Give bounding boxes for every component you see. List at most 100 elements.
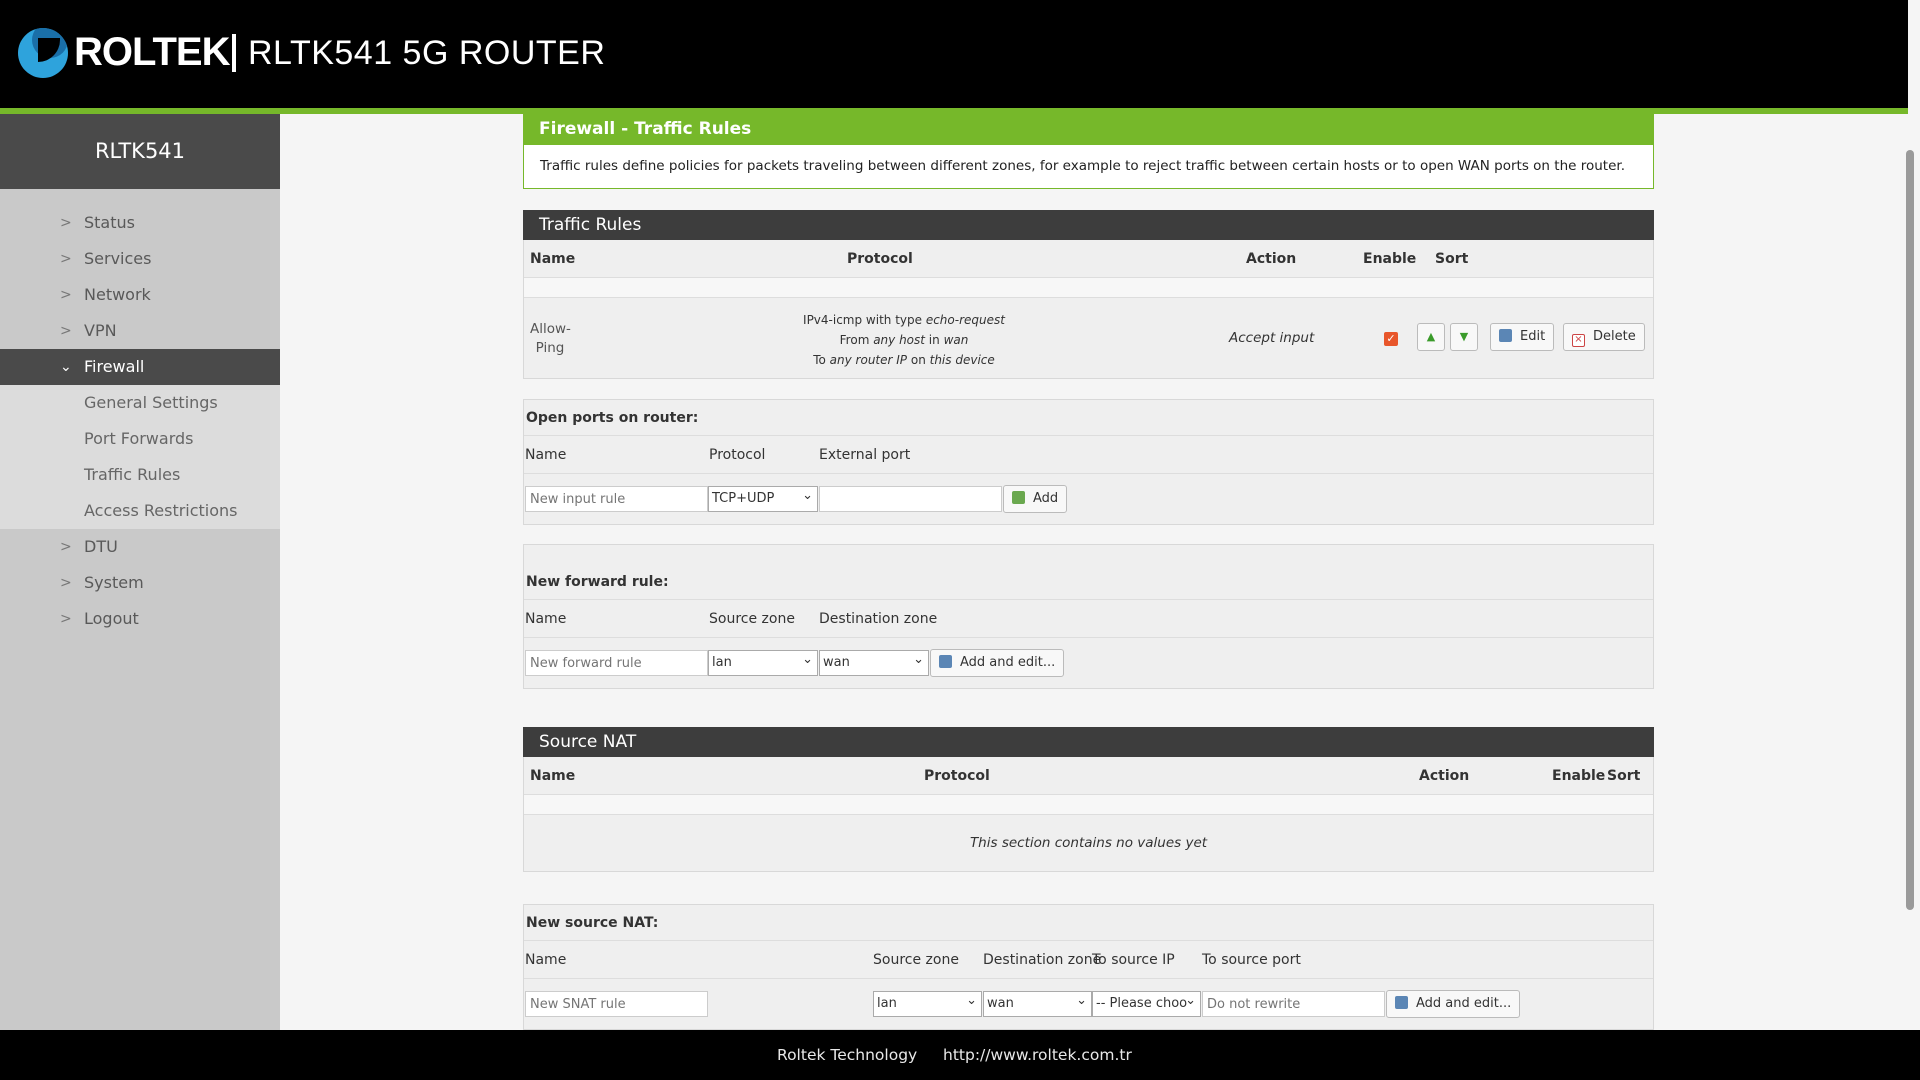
table-spacer [524, 278, 1653, 298]
rule-action: Accept input [1229, 330, 1315, 346]
col-to-source-port: To source port [1202, 952, 1301, 968]
open-ports-row: TCP+UDP Add [524, 474, 1653, 524]
snat-source-zone-select[interactable]: lan [873, 989, 982, 1017]
roltek-logo-icon [18, 28, 68, 78]
table-header: Name Protocol Action Enable Sort [524, 240, 1653, 278]
sidebar-subitem-access-restrictions[interactable]: Access Restrictions [0, 493, 280, 529]
sidebar-item-dtu[interactable]: > DTU [0, 529, 280, 565]
snat-destination-zone-select[interactable]: wan [983, 989, 1092, 1017]
col-protocol: Protocol [924, 768, 990, 784]
footer: Roltek Technology http://www.roltek.com.… [0, 1030, 1920, 1080]
add-button[interactable]: Add [1003, 485, 1068, 513]
sidebar-item-firewall[interactable]: ⌄ Firewall [0, 349, 280, 385]
protocol-select[interactable]: TCP+UDP [708, 484, 818, 512]
table-spacer [524, 795, 1653, 815]
sidebar: RLTK541 > Status > Services > Network > VPN … [0, 114, 280, 1030]
sidebar-item-label: Access Restrictions [84, 501, 238, 520]
page-description: Traffic rules define policies for packet… [523, 145, 1654, 189]
new-snat-title: New source NAT: [524, 905, 1653, 941]
rule-protocol: IPv4-icmp with type echo-request From an… [803, 313, 1005, 367]
sidebar-item-label: DTU [84, 537, 118, 556]
sidebar-item-label: General Settings [84, 393, 218, 412]
sidebar-item-vpn[interactable]: > VPN [0, 313, 280, 349]
chevron-right-icon: > [60, 611, 72, 627]
sidebar-subitem-port-forwards[interactable]: Port Forwards [0, 421, 280, 457]
chevron-right-icon: > [60, 575, 72, 591]
sidebar-item-logout[interactable]: > Logout [0, 601, 280, 637]
col-name: Name [530, 768, 576, 784]
sidebar-item-system[interactable]: > System [0, 565, 280, 601]
to-source-port-field[interactable] [1202, 991, 1385, 1017]
sidebar-subitem-general-settings[interactable]: General Settings [0, 385, 280, 421]
arrow-up-icon: ▲ [1426, 330, 1436, 343]
sidebar-item-services[interactable]: > Services [0, 241, 280, 277]
new-snat-headers: Name Source zone Destination zone To sou… [524, 941, 1653, 979]
traffic-rules-table: Name Protocol Action Enable Sort Allow- P… [523, 240, 1654, 379]
input-rule-name-field[interactable] [525, 486, 708, 512]
chevron-right-icon: > [60, 323, 72, 339]
add-and-edit-button[interactable]: Add and edit... [930, 649, 1065, 677]
footer-url-link[interactable]: http://www.roltek.com.tr [943, 1030, 1132, 1080]
sidebar-item-label: Logout [84, 609, 139, 628]
new-snat-form: New source NAT: Name Source zone Destina… [523, 904, 1654, 1030]
new-snat-row: lan wan -- Please choo Add and edit... [524, 979, 1653, 1029]
col-to-source-ip: To source IP [1092, 952, 1175, 968]
destination-zone-select[interactable]: wan [819, 648, 929, 676]
table-row: Allow- Ping IPv4-icmp with type echo-requ… [524, 298, 1653, 378]
open-ports-form: Open ports on router: Name Protocol Exte… [523, 399, 1654, 525]
forward-rule-form: New forward rule: Name Source zone Desti… [523, 544, 1654, 689]
col-sort: Sort [1435, 251, 1469, 267]
page-title: Firewall - Traffic Rules [523, 113, 1654, 145]
footer-company: Roltek Technology [777, 1046, 918, 1064]
sidebar-item-label: VPN [84, 321, 117, 340]
sidebar-item-label: Firewall [84, 357, 145, 376]
edit-icon [1499, 329, 1512, 342]
snat-name-field[interactable] [525, 991, 708, 1017]
brand-name: ROLTEK [74, 30, 230, 74]
chevron-right-icon: > [60, 215, 72, 231]
source-zone-select[interactable]: lan [708, 648, 818, 676]
delete-button[interactable]: × Delete [1563, 323, 1645, 351]
add-edit-icon [1395, 996, 1408, 1009]
top-header: ROLTEK RLTK541 5G ROUTER [0, 0, 1908, 114]
product-title: RLTK541 5G ROUTER [248, 34, 606, 72]
sidebar-item-status[interactable]: > Status [0, 205, 280, 241]
delete-icon: × [1572, 334, 1585, 347]
forward-rule-headers: Name Source zone Destination zone [524, 600, 1653, 638]
open-ports-title: Open ports on router: [524, 400, 1653, 436]
sidebar-item-label: Services [84, 249, 152, 268]
col-source-zone: Source zone [873, 952, 959, 968]
col-action: Action [1419, 768, 1470, 784]
to-source-ip-select[interactable]: -- Please choo [1092, 991, 1201, 1017]
col-name: Name [530, 251, 576, 267]
forward-rule-row: lan wan Add and edit... [524, 638, 1653, 688]
forward-rule-name-field[interactable] [525, 650, 708, 676]
sidebar-item-label: Traffic Rules [84, 465, 181, 484]
col-name: Name [525, 952, 567, 968]
move-up-button[interactable]: ▲ [1417, 323, 1445, 351]
table-header: Name Protocol Action Enable Sort [524, 757, 1653, 795]
sidebar-title: RLTK541 [0, 114, 280, 189]
col-sort: Sort [1607, 768, 1641, 784]
col-protocol: Protocol [709, 447, 766, 463]
sidebar-menu: > Status > Services > Network > VPN ⌄ Firewal… [0, 189, 280, 637]
chevron-right-icon: > [60, 287, 72, 303]
source-nat-heading: Source NAT [523, 727, 1654, 757]
source-nat-table: Name Protocol Action Enable Sort This se… [523, 757, 1654, 872]
col-action: Action [1246, 251, 1297, 267]
external-port-field[interactable] [819, 486, 1002, 512]
rule-name: Allow- Ping [530, 321, 571, 356]
page-scrollbar[interactable] [1906, 150, 1914, 910]
snat-add-and-edit-button[interactable]: Add and edit... [1386, 990, 1521, 1018]
traffic-rules-heading: Traffic Rules [523, 210, 1654, 240]
sidebar-item-network[interactable]: > Network [0, 277, 280, 313]
col-protocol: Protocol [847, 251, 913, 267]
sidebar-item-label: Port Forwards [84, 429, 194, 448]
move-down-button[interactable]: ▼ [1450, 323, 1478, 351]
edit-button[interactable]: Edit [1490, 323, 1555, 351]
enable-checkbox[interactable]: ✓ [1384, 332, 1398, 346]
col-name: Name [525, 611, 567, 627]
sidebar-subitem-traffic-rules[interactable]: Traffic Rules [0, 457, 280, 493]
col-enable: Enable [1363, 251, 1417, 267]
sidebar-item-label: System [84, 573, 144, 592]
